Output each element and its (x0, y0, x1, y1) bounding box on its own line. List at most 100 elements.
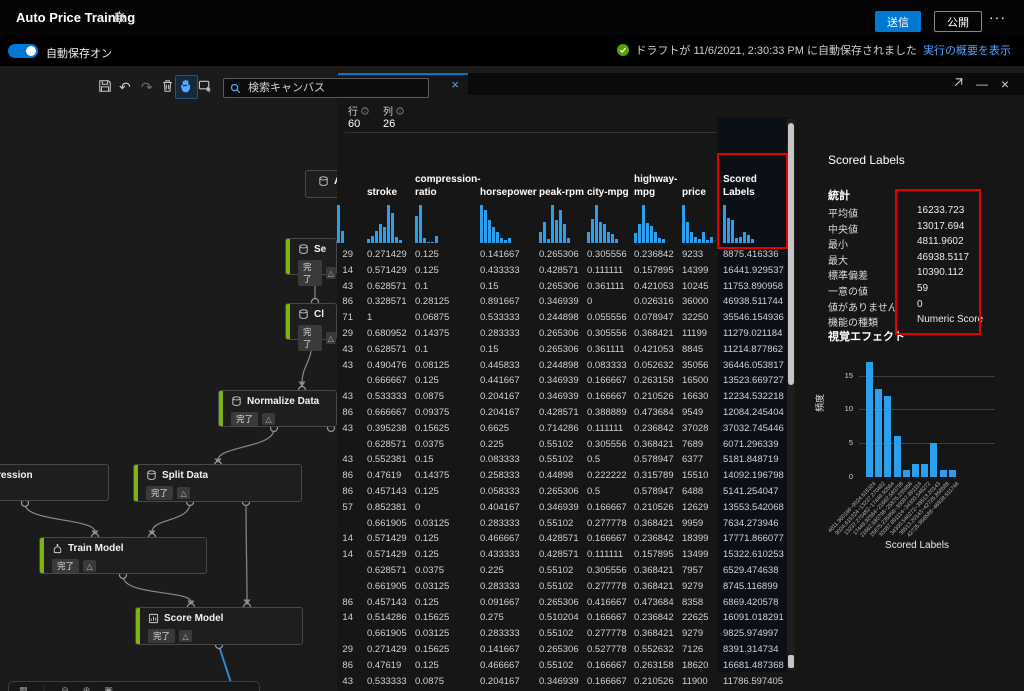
table-vertical-scrollbar[interactable] (787, 119, 795, 670)
histogram-bar (694, 237, 697, 243)
undo-icon[interactable]: ↶ (119, 79, 134, 94)
node-done-badge: 完了 (298, 260, 322, 286)
table-cell: 0.55102 (539, 581, 584, 592)
table-cell: 0.628571 (367, 281, 413, 292)
node-output-icon[interactable]: △ (326, 332, 336, 344)
table-cell: 0.533333 (367, 391, 413, 402)
autosave-toggle[interactable] (8, 44, 38, 58)
table-row: 860.4571430.1250.0583330.2653060.50.5789… (337, 486, 797, 499)
histogram-bar (658, 238, 661, 243)
fit-to-screen-icon[interactable]: ▣ (104, 685, 113, 691)
node-clean-missing-data[interactable]: Cl完了△ (285, 303, 337, 340)
column-header-stroke[interactable]: stroke (367, 157, 417, 199)
table-cell: 6869.420578 (723, 597, 787, 608)
zoom-out-icon[interactable]: ⊖ (61, 685, 69, 691)
expand-panel-icon[interactable] (953, 77, 967, 91)
table-cell: 0.428571 (539, 549, 584, 560)
table-cell: 0.421053 (634, 344, 686, 355)
table-cell: 0.368421 (634, 518, 686, 529)
canvas-search-box[interactable] (223, 78, 429, 98)
table-cell: 0.236842 (634, 612, 686, 623)
chart-bar (921, 464, 928, 478)
table-cell: 29 (337, 328, 353, 339)
table-cell: 0.490476 (367, 360, 413, 371)
histogram-bar (615, 239, 618, 243)
search-input[interactable] (246, 81, 400, 95)
scrollbar-thumb-bottom[interactable] (788, 655, 794, 668)
table-cell: 0.210526 (634, 391, 686, 402)
close-panel-icon[interactable]: × (998, 77, 1012, 91)
node-output-icon[interactable]: △ (177, 487, 190, 499)
delete-icon[interactable] (161, 79, 176, 94)
column-header-compression-ratio[interactable]: compression-ratio (415, 157, 481, 199)
histogram-bar (686, 222, 689, 243)
histogram-bar (747, 235, 750, 243)
tab-close-icon[interactable]: × (451, 80, 459, 90)
node-select-columns[interactable]: Se完了△ (285, 238, 337, 275)
histogram-bar (395, 237, 398, 243)
node-output-icon[interactable]: △ (179, 630, 192, 642)
column-header-price[interactable]: price (682, 157, 722, 199)
node-linear-regression[interactable]: ression (0, 464, 109, 501)
title-bar: Auto Price Training 送信 公開 ··· (0, 0, 1024, 37)
run-overview-link[interactable]: 実行の概要を表示 (923, 42, 1011, 58)
table-cell: 0.166667 (587, 502, 631, 513)
table-cell: 0.277778 (587, 581, 631, 592)
table-cell: 0.891667 (480, 296, 538, 307)
database-icon (231, 396, 242, 407)
table-cell: 0.852381 (367, 502, 413, 513)
stats-column-title: Scored Labels (828, 153, 905, 167)
column-histogram (367, 203, 413, 243)
table-cell: 29 (337, 249, 353, 260)
select-tool-icon[interactable] (198, 79, 213, 94)
column-histogram (587, 203, 631, 243)
histogram-bar (731, 220, 734, 243)
minimap-icon[interactable]: ▦ (19, 685, 28, 691)
table-cell: 11786.597405 (723, 676, 787, 687)
node-score-model[interactable]: Score Model完了△ (135, 607, 303, 645)
table-cell: 0.368421 (634, 581, 686, 592)
save-icon[interactable] (98, 79, 113, 94)
column-header-scored-labels[interactable]: Scored Labels (723, 157, 791, 199)
table-cell: 0.09375 (415, 407, 477, 418)
canvas-zoom-toolbar[interactable]: ▦ │ ⊖ ⊕ ▣ (8, 681, 260, 691)
node-normalize-data[interactable]: Normalize Data完了△ (218, 390, 337, 427)
visualizations-section-title: 視覚エフェクト (828, 328, 905, 344)
minimize-panel-icon[interactable]: — (975, 77, 989, 91)
settings-gear-icon[interactable] (112, 10, 127, 25)
table-cell: 6377 (682, 454, 718, 465)
table-cell: 12234.532218 (723, 391, 787, 402)
histogram-bar (480, 205, 483, 243)
node-split-data[interactable]: Split Data完了△ (133, 464, 302, 502)
zoom-in-icon[interactable]: ⊕ (83, 685, 91, 691)
table-cell: 13523.669727 (723, 375, 787, 386)
submit-button[interactable]: 送信 (875, 11, 921, 32)
column-header-horsepower[interactable]: horsepower (480, 157, 542, 199)
redo-icon[interactable]: ↷ (141, 79, 156, 94)
histogram-bar (367, 239, 370, 243)
table-cell: 0.236842 (634, 533, 686, 544)
chart-bar (949, 470, 956, 477)
node-output-icon[interactable]: △ (83, 560, 96, 572)
table-cell: 6488 (682, 486, 718, 497)
stat-value: 4811.9602 (917, 236, 964, 247)
column-header-city-mpg[interactable]: city-mpg (587, 157, 635, 199)
histogram-bar (337, 205, 340, 243)
table-cell: 0.346939 (539, 296, 584, 307)
node-output-icon[interactable]: △ (326, 267, 336, 279)
node-output-icon[interactable]: △ (262, 413, 275, 425)
table-cell: 0.628571 (367, 565, 413, 576)
table-cell: 8845 (682, 344, 718, 355)
publish-button[interactable]: 公開 (934, 11, 982, 32)
node-train-model[interactable]: Train Model完了△ (39, 537, 207, 574)
table-cell: 0.125 (415, 549, 477, 560)
histogram-bar (547, 239, 550, 243)
column-header-peak-rpm[interactable]: peak-rpm (539, 157, 588, 199)
stat-label: 一意の値 (828, 283, 868, 298)
score-icon (148, 613, 159, 624)
more-menu-button[interactable]: ··· (983, 8, 1012, 26)
table-cell: 11214.877862 (723, 344, 787, 355)
pan-hand-tool-button[interactable] (175, 75, 198, 99)
scrollbar-thumb[interactable] (788, 123, 794, 385)
table-cell: 0.1 (415, 281, 477, 292)
